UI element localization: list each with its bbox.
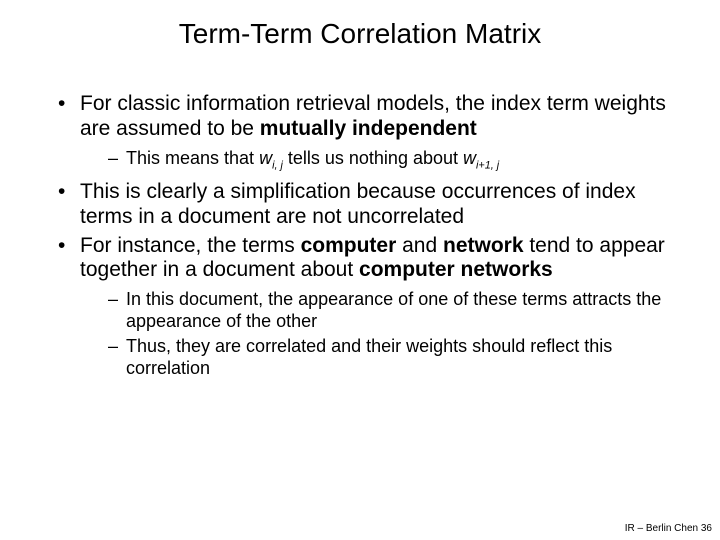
bullet-1-sub-1: This means that wi, j tells us nothing a…	[108, 148, 680, 173]
slide-title: Term-Term Correlation Matrix	[40, 18, 680, 50]
bullet-3-pre: For instance, the terms	[80, 234, 301, 257]
math-sub1: i, j	[272, 159, 283, 171]
bullet-3-mid1: and	[396, 234, 443, 257]
bullet-1: For classic information retrieval models…	[58, 92, 680, 172]
bullet-3: For instance, the terms computer and net…	[58, 234, 680, 380]
bullet-3-bold2: network	[443, 234, 524, 257]
slide-footer: IR – Berlin Chen 36	[625, 523, 712, 534]
bullet-list: For classic information retrieval models…	[40, 92, 680, 380]
bullet-2-text: This is clearly a simplification because…	[80, 180, 636, 228]
bullet-1-sub-1-mid: tells us nothing about	[283, 148, 463, 168]
bullet-3-sub-2-text: Thus, they are correlated and their weig…	[126, 336, 612, 378]
math-w2: w	[463, 148, 476, 168]
bullet-3-sublist: In this document, the appearance of one …	[80, 289, 680, 379]
bullet-1-sub-1-pre: This means that	[126, 148, 259, 168]
math-w1: w	[259, 148, 272, 168]
math-sub2: i+1, j	[476, 159, 499, 171]
slide: Term-Term Correlation Matrix For classic…	[0, 0, 720, 540]
bullet-1-bold: mutually independent	[260, 117, 477, 140]
bullet-3-bold3: computer networks	[359, 258, 553, 281]
bullet-2: This is clearly a simplification because…	[58, 180, 680, 230]
bullet-1-sublist: This means that wi, j tells us nothing a…	[80, 148, 680, 173]
bullet-3-sub-1: In this document, the appearance of one …	[108, 289, 680, 332]
bullet-3-sub-2: Thus, they are correlated and their weig…	[108, 336, 680, 379]
bullet-3-sub-1-text: In this document, the appearance of one …	[126, 289, 661, 331]
bullet-3-bold1: computer	[301, 234, 397, 257]
